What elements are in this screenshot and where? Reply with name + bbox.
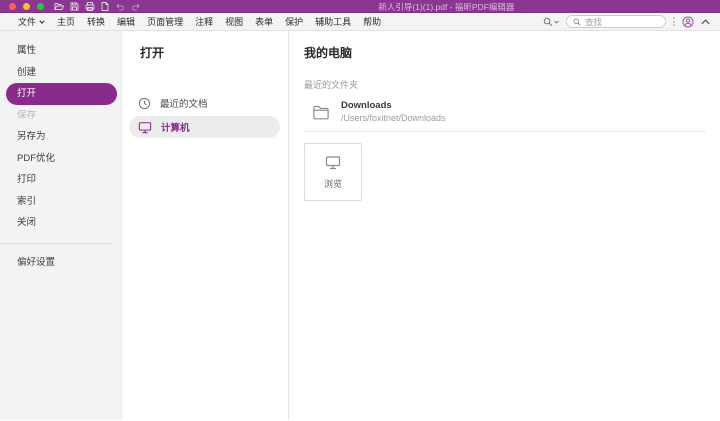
sidebar-item-index[interactable]: 索引 (0, 191, 123, 213)
browse-label: 浏览 (324, 177, 342, 190)
tab-convert[interactable]: 转换 (87, 15, 105, 28)
folder-path: /Users/foxitnet/Downloads (341, 113, 446, 123)
window-titlebar: 新人引导(1)(1).pdf - 福昕PDF编辑器 (0, 0, 720, 13)
computer-monitor-icon (325, 155, 341, 170)
tab-view[interactable]: 视图 (225, 15, 243, 28)
collapse-ribbon-icon[interactable] (701, 19, 710, 25)
recent-folders-label: 最近的文件夹 (304, 78, 706, 91)
sidebar-item-close[interactable]: 关闭 (0, 212, 123, 234)
open-item-label: 最近的文档 (160, 96, 208, 110)
tab-home[interactable]: 主页 (57, 15, 75, 28)
sidebar-item-save[interactable]: 保存 (0, 105, 123, 127)
tab-form[interactable]: 表单 (255, 15, 273, 28)
tab-page-manage[interactable]: 页面管理 (147, 15, 183, 28)
open-folder-icon[interactable] (54, 2, 64, 11)
open-panel-title: 打开 (140, 44, 288, 61)
sidebar-item-preferences[interactable]: 偏好设置 (0, 252, 123, 274)
my-computer-title: 我的电脑 (304, 44, 706, 61)
save-icon[interactable] (70, 2, 79, 11)
tab-edit[interactable]: 编辑 (117, 15, 135, 28)
open-panel: 打开 最近的文档 计算机 (123, 31, 289, 420)
sidebar-divider (0, 243, 113, 244)
tab-protect[interactable]: 保护 (285, 15, 303, 28)
recent-folder-downloads[interactable]: Downloads /Users/foxitnet/Downloads (304, 96, 706, 132)
open-item-computer[interactable]: 计算机 (129, 116, 280, 138)
new-document-icon[interactable] (101, 2, 109, 11)
my-computer-panel: 我的电脑 最近的文件夹 Downloads /Users/foxitnet/Do… (289, 31, 720, 420)
file-menu-sidebar: 属性 创建 打开 保存 另存为 PDF优化 打印 索引 关闭 偏好设置 (0, 31, 123, 420)
print-icon[interactable] (85, 2, 95, 11)
computer-icon (138, 121, 152, 134)
sidebar-item-save-as[interactable]: 另存为 (0, 126, 123, 148)
close-window-button[interactable] (9, 3, 16, 10)
menubar-right-controls (543, 15, 710, 28)
redo-icon[interactable] (131, 2, 141, 11)
undo-icon[interactable] (115, 2, 125, 11)
tab-accessibility-tools[interactable]: 辅助工具 (315, 15, 351, 28)
open-item-label: 计算机 (161, 120, 190, 134)
backstage-view: 属性 创建 打开 保存 另存为 PDF优化 打印 索引 关闭 偏好设置 打开 最… (0, 31, 720, 420)
zoom-window-button[interactable] (37, 3, 44, 10)
minimize-window-button[interactable] (23, 3, 30, 10)
tab-help[interactable]: 帮助 (363, 15, 381, 28)
menu-bar: 文件 主页 转换 编辑 页面管理 注释 视图 表单 保护 辅助工具 帮助 (0, 13, 720, 31)
folder-icon (312, 104, 330, 120)
user-avatar[interactable] (682, 16, 694, 28)
sidebar-item-properties[interactable]: 属性 (0, 40, 123, 62)
chevron-down-icon (39, 20, 45, 24)
folder-name: Downloads (341, 100, 446, 111)
more-options-icon[interactable] (673, 16, 675, 28)
window-controls (9, 3, 44, 10)
browse-button[interactable]: 浏览 (304, 143, 362, 201)
sidebar-item-pdf-optimize[interactable]: PDF优化 (0, 148, 123, 170)
open-location-list: 最近的文档 计算机 (123, 92, 288, 138)
folder-info: Downloads /Users/foxitnet/Downloads (341, 100, 446, 123)
search-field[interactable] (566, 15, 666, 28)
zoom-select-icon[interactable] (543, 17, 559, 27)
quick-access-toolbar (54, 2, 141, 11)
sidebar-item-open[interactable]: 打开 (6, 83, 117, 105)
menu-tabs: 文件 主页 转换 编辑 页面管理 注释 视图 表单 保护 辅助工具 帮助 (18, 15, 381, 28)
window-title: 新人引导(1)(1).pdf - 福昕PDF编辑器 (378, 1, 514, 13)
tab-comment[interactable]: 注释 (195, 15, 213, 28)
sidebar-item-create[interactable]: 创建 (0, 62, 123, 84)
clock-icon (138, 97, 151, 110)
tab-file[interactable]: 文件 (18, 15, 45, 28)
sidebar-item-print[interactable]: 打印 (0, 169, 123, 191)
open-item-recent-documents[interactable]: 最近的文档 (129, 92, 280, 114)
search-icon (573, 18, 581, 26)
search-input[interactable] (585, 17, 655, 27)
